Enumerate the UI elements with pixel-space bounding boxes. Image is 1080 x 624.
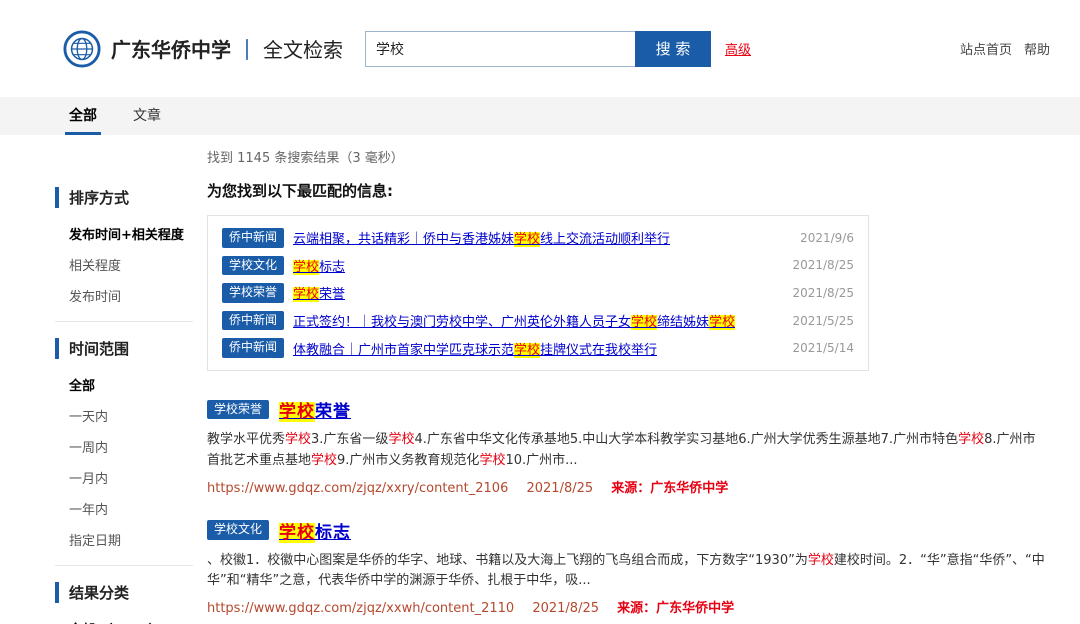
category-badge: 侨中新闻 bbox=[222, 228, 284, 248]
advanced-search-link[interactable]: 高级 bbox=[725, 39, 751, 58]
sort-section-title: 排序方式 bbox=[55, 187, 193, 208]
app-name: 全文检索 bbox=[263, 38, 343, 62]
category-section: 结果分类 全部 （1145） 文章 （1145） bbox=[55, 565, 193, 624]
best-match-link[interactable]: 学校标志 bbox=[293, 256, 345, 275]
highlighted-keyword: 学校 bbox=[293, 260, 319, 275]
highlighted-keyword: 学校 bbox=[709, 315, 735, 330]
sort-option-time-relevance[interactable]: 发布时间+相关程度 bbox=[55, 218, 193, 249]
category-badge: 学校荣誉 bbox=[207, 400, 269, 420]
category-badge: 学校文化 bbox=[222, 256, 284, 276]
best-match-row: 侨中新闻 正式签约！｜我校与澳门劳校中学、广州英伦外籍人员子女学校缔结姊妹学校 … bbox=[222, 307, 854, 335]
content: 排序方式 发布时间+相关程度 相关程度 发布时间 时间范围 全部 一天内 一周内… bbox=[0, 135, 1080, 624]
help-link[interactable]: 帮助 bbox=[1024, 39, 1050, 58]
result-date: 2021/8/25 bbox=[526, 481, 593, 496]
category-all[interactable]: 全部 （1145） bbox=[55, 613, 193, 624]
best-match-link[interactable]: 学校荣誉 bbox=[293, 283, 345, 302]
result-title-link[interactable]: 学校标志 bbox=[279, 518, 351, 543]
best-match-heading: 为您找到以下最匹配的信息: bbox=[207, 180, 1045, 201]
time-range-day[interactable]: 一天内 bbox=[55, 400, 193, 431]
result-url: https://www.gdqz.com/zjqz/xxry/content_2… bbox=[207, 481, 508, 496]
best-match-row: 学校荣誉 学校荣誉 2021/8/25 bbox=[222, 279, 854, 307]
search-result: 学校文化 学校标志 、校徽1．校徽中心图案是华侨的华字、地球、书籍以及大海上飞翔… bbox=[207, 518, 1045, 617]
result-meta: https://www.gdqz.com/zjqz/xxry/content_2… bbox=[207, 477, 1045, 496]
result-header: 学校荣誉 学校荣誉 bbox=[207, 397, 1045, 422]
best-match-date: 2021/5/25 bbox=[780, 314, 854, 328]
result-date: 2021/8/25 bbox=[532, 601, 599, 616]
best-match-row: 侨中新闻 体教融合｜广州市首家中学匹克球示范学校挂牌仪式在我校举行 2021/5… bbox=[222, 334, 854, 362]
highlighted-keyword: 学校 bbox=[279, 402, 315, 422]
site-home-link[interactable]: 站点首页 bbox=[960, 39, 1012, 58]
result-header: 学校文化 学校标志 bbox=[207, 518, 1045, 543]
best-match-date: 2021/9/6 bbox=[788, 231, 854, 245]
category-badge: 侨中新闻 bbox=[222, 311, 284, 331]
tab-all[interactable]: 全部 bbox=[65, 97, 101, 135]
best-match-link[interactable]: 体教融合｜广州市首家中学匹克球示范学校挂牌仪式在我校举行 bbox=[293, 339, 657, 358]
search-results-page: 广东华侨中学｜全文检索 搜 索 高级 站点首页 帮助 全部 文章 排序方式 发布… bbox=[0, 0, 1080, 624]
time-range-section-title: 时间范围 bbox=[55, 338, 193, 359]
sidebar: 排序方式 发布时间+相关程度 相关程度 发布时间 时间范围 全部 一天内 一周内… bbox=[55, 135, 193, 624]
highlighted-keyword: 学校 bbox=[631, 315, 657, 330]
highlighted-keyword: 学校 bbox=[293, 287, 319, 302]
search-button[interactable]: 搜 索 bbox=[635, 31, 711, 67]
time-range-all[interactable]: 全部 bbox=[55, 369, 193, 400]
school-globe-logo-icon bbox=[63, 30, 101, 68]
result-snippet: 教学水平优秀学校3.广东省一级学校4.广东省中华文化传承基地5.中山大学本科教学… bbox=[207, 430, 1045, 472]
highlighted-keyword: 学校 bbox=[514, 343, 540, 358]
highlighted-keyword: 学校 bbox=[285, 432, 311, 447]
best-match-link[interactable]: 云端相聚，共话精彩｜侨中与香港姊妹学校线上交流活动顺利举行 bbox=[293, 228, 670, 247]
site-name: 广东华侨中学 bbox=[111, 38, 231, 62]
time-range-section: 时间范围 全部 一天内 一周内 一月内 一年内 指定日期 bbox=[55, 321, 193, 565]
result-source: 来源：广东华侨中学 bbox=[617, 601, 734, 616]
category-badge: 学校文化 bbox=[207, 520, 269, 540]
tab-article[interactable]: 文章 bbox=[129, 97, 165, 135]
tab-bar: 全部 文章 bbox=[0, 97, 1080, 135]
best-match-row: 侨中新闻 云端相聚，共话精彩｜侨中与香港姊妹学校线上交流活动顺利举行 2021/… bbox=[222, 224, 854, 252]
header: 广东华侨中学｜全文检索 搜 索 高级 站点首页 帮助 bbox=[0, 0, 1080, 97]
sort-option-relevance[interactable]: 相关程度 bbox=[55, 249, 193, 280]
best-match-row: 学校文化 学校标志 2021/8/25 bbox=[222, 252, 854, 280]
best-match-box: 侨中新闻 云端相聚，共话精彩｜侨中与香港姊妹学校线上交流活动顺利举行 2021/… bbox=[207, 215, 869, 371]
time-range-month[interactable]: 一月内 bbox=[55, 462, 193, 493]
time-range-year[interactable]: 一年内 bbox=[55, 493, 193, 524]
best-match-link[interactable]: 正式签约！｜我校与澳门劳校中学、广州英伦外籍人员子女学校缔结姊妹学校 bbox=[293, 311, 735, 330]
best-match-date: 2021/5/14 bbox=[780, 341, 854, 355]
best-match-date: 2021/8/25 bbox=[780, 258, 854, 272]
top-links: 站点首页 帮助 bbox=[960, 39, 1050, 58]
highlighted-keyword: 学校 bbox=[479, 453, 505, 468]
best-match-date: 2021/8/25 bbox=[780, 286, 854, 300]
site-title: 广东华侨中学｜全文检索 bbox=[111, 34, 343, 63]
highlighted-keyword: 学校 bbox=[311, 453, 337, 468]
highlighted-keyword: 学校 bbox=[514, 232, 540, 247]
highlighted-keyword: 学校 bbox=[279, 523, 315, 543]
result-source: 来源：广东华侨中学 bbox=[611, 481, 728, 496]
sort-option-time[interactable]: 发布时间 bbox=[55, 280, 193, 311]
result-meta: https://www.gdqz.com/zjqz/xxwh/content_2… bbox=[207, 597, 1045, 616]
main-results: 找到 1145 条搜索结果（3 毫秒） 为您找到以下最匹配的信息: 侨中新闻 云… bbox=[207, 135, 1045, 624]
search-result: 学校荣誉 学校荣誉 教学水平优秀学校3.广东省一级学校4.广东省中华文化传承基地… bbox=[207, 397, 1045, 496]
search-bar: 搜 索 高级 bbox=[365, 31, 751, 67]
category-section-title: 结果分类 bbox=[55, 582, 193, 603]
highlighted-keyword: 学校 bbox=[808, 553, 834, 568]
highlighted-keyword: 学校 bbox=[388, 432, 414, 447]
brand: 广东华侨中学｜全文检索 bbox=[63, 30, 343, 68]
search-input[interactable] bbox=[365, 31, 635, 67]
time-range-custom[interactable]: 指定日期 bbox=[55, 524, 193, 555]
sort-section: 排序方式 发布时间+相关程度 相关程度 发布时间 bbox=[55, 171, 193, 321]
highlighted-keyword: 学校 bbox=[958, 432, 984, 447]
result-title-link[interactable]: 学校荣誉 bbox=[279, 397, 351, 422]
title-separator: ｜ bbox=[237, 38, 257, 62]
category-badge: 学校荣誉 bbox=[222, 283, 284, 303]
result-url: https://www.gdqz.com/zjqz/xxwh/content_2… bbox=[207, 601, 514, 616]
results-summary: 找到 1145 条搜索结果（3 毫秒） bbox=[207, 147, 1045, 166]
result-snippet: 、校徽1．校徽中心图案是华侨的华字、地球、书籍以及大海上飞翔的飞鸟组合而成，下方… bbox=[207, 551, 1045, 593]
category-badge: 侨中新闻 bbox=[222, 338, 284, 358]
time-range-week[interactable]: 一周内 bbox=[55, 431, 193, 462]
